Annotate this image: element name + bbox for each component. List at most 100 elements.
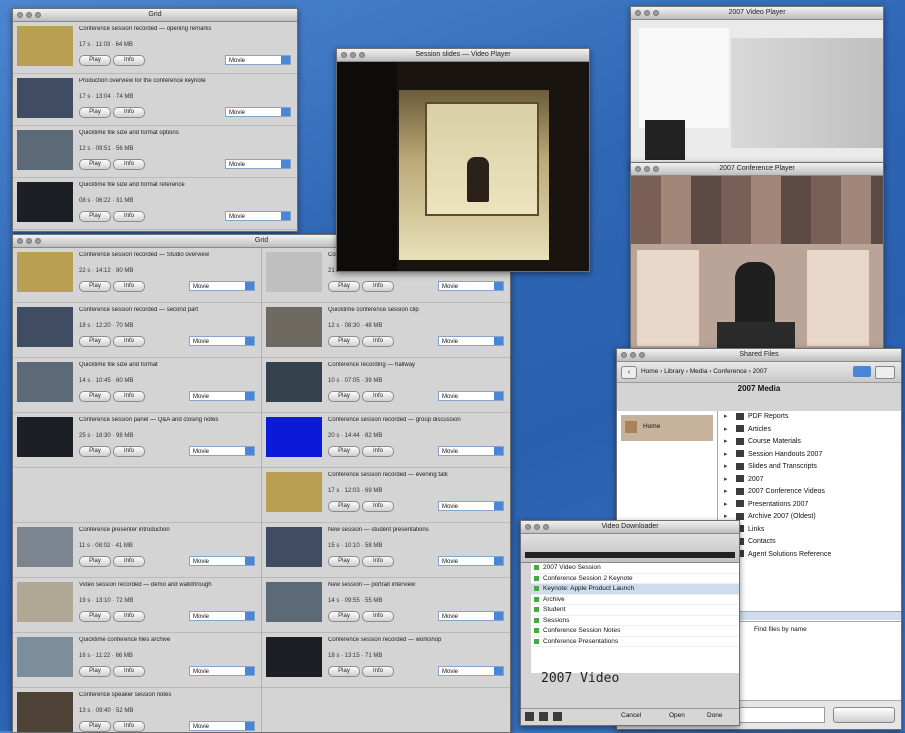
play-button[interactable]: Play [328,446,360,457]
disclosure-icon[interactable]: ▸ [724,436,728,449]
cancel-button[interactable]: Cancel [621,712,641,719]
format-select[interactable]: Movie [189,666,255,676]
title-bar[interactable]: 2007 Conference Player [631,163,883,176]
video-row[interactable]: New session — portrait interview 14 s · … [262,578,510,633]
title-bar[interactable]: 2007 Video Player [631,7,883,20]
info-button[interactable]: Info [113,446,145,457]
video-thumbnail[interactable] [17,417,73,457]
title-bar[interactable]: Shared Files [617,349,901,362]
list-item[interactable]: Conference Presentations [531,636,739,647]
video-frame[interactable] [337,62,589,271]
info-button[interactable]: Info [113,391,145,402]
zoom-icon[interactable] [35,12,41,18]
play-button[interactable]: Play [79,391,111,402]
video-row[interactable]: Conference speaker session notes 13 s · … [13,688,261,732]
play-button[interactable]: Play [79,556,111,567]
info-button[interactable]: Info [362,556,394,567]
video-thumbnail[interactable] [266,582,322,622]
info-button[interactable]: Info [113,55,145,66]
format-select[interactable]: Movie [189,446,255,456]
video-row[interactable]: Quicktime conference session clip 12 s ·… [262,303,510,358]
tree-item[interactable]: •Agent Solutions Reference [718,549,901,562]
minimize-icon[interactable] [534,524,540,530]
search-text[interactable]: Find files by name [754,626,807,633]
play-button[interactable]: Play [79,107,111,118]
format-select[interactable]: Movie [438,281,504,291]
video-row[interactable]: Quicktime file size and format reference… [13,178,297,230]
list-item[interactable]: Archive [531,594,739,605]
minimize-icon[interactable] [644,10,650,16]
format-select[interactable]: Movie [189,281,255,291]
video-row[interactable]: New session — student presentations 15 s… [262,523,510,578]
play-button[interactable]: Play [328,501,360,512]
zoom-icon[interactable] [639,352,645,358]
minimize-icon[interactable] [630,352,636,358]
info-button[interactable]: Info [113,159,145,170]
close-icon[interactable] [635,10,641,16]
done-button[interactable]: Done [707,712,723,719]
add-icon[interactable] [525,712,534,721]
video-row[interactable]: Conference session recorded — second par… [13,303,261,358]
format-select[interactable]: Movie [225,159,291,169]
info-button[interactable]: Info [113,281,145,292]
video-row[interactable] [13,468,261,523]
minimize-icon[interactable] [644,166,650,172]
tree-item[interactable]: ▸ 2007 Conference Videos [718,486,901,499]
format-select[interactable]: Movie [225,107,291,117]
disclosure-icon[interactable]: ▸ [724,499,728,512]
tree-item[interactable]: ▸ PDF Reports [718,411,901,424]
play-button[interactable]: Play [79,666,111,677]
video-thumbnail[interactable] [17,78,73,118]
format-select[interactable]: Movie [438,391,504,401]
video-frame[interactable] [631,20,883,167]
info-button[interactable]: Info [362,336,394,347]
tree-item[interactable]: ▸ Articles [718,424,901,437]
video-row[interactable]: Quicktime file size and format 14 s · 10… [13,358,261,413]
close-icon[interactable] [635,166,641,172]
video-thumbnail[interactable] [266,527,322,567]
disclosure-icon[interactable]: ▸ [724,411,728,424]
video-row[interactable]: Conference session recorded — evening ta… [262,468,510,523]
checkbox-icon[interactable] [534,617,539,623]
checkbox-icon[interactable] [534,575,539,581]
list-item[interactable]: Conference Session Notes [531,626,739,637]
back-icon[interactable]: ‹ [621,366,637,379]
tree-item[interactable]: ▸ Slides and Transcripts [718,461,901,474]
close-icon[interactable] [525,524,531,530]
tree-item[interactable]: ▸ Presentations 2007 [718,499,901,512]
play-button[interactable]: Play [79,159,111,170]
list-item[interactable]: Student [531,605,739,616]
video-thumbnail[interactable] [17,130,73,170]
disclosure-icon[interactable]: ▸ [724,461,728,474]
video-thumbnail[interactable] [17,362,73,402]
video-row[interactable]: Conference presenter introduction 11 s ·… [13,523,261,578]
format-select[interactable]: Movie [438,666,504,676]
format-select[interactable]: Movie [438,446,504,456]
checkbox-icon[interactable] [534,596,539,602]
play-button[interactable]: Play [328,336,360,347]
zoom-icon[interactable] [543,524,549,530]
format-select[interactable]: Movie [189,336,255,346]
play-button[interactable]: Play [79,211,111,222]
format-select[interactable]: Movie [438,611,504,621]
video-thumbnail[interactable] [17,582,73,622]
disclosure-icon[interactable]: ▸ [724,424,728,437]
play-button[interactable]: Play [79,281,111,292]
format-select[interactable]: Movie [189,721,255,731]
view-icon[interactable] [853,366,871,377]
repeat-icon[interactable] [553,712,562,721]
format-select[interactable]: Movie [189,556,255,566]
zoom-icon[interactable] [35,238,41,244]
video-row[interactable]: Video session recorded — demo and walkth… [13,578,261,633]
disclosure-icon[interactable]: ▸ [724,449,728,462]
video-row[interactable]: Conference session recorded — Studio ove… [13,248,261,303]
video-thumbnail[interactable] [17,692,73,732]
play-button[interactable]: Play [79,336,111,347]
format-select[interactable]: Movie [189,611,255,621]
action-button[interactable] [833,707,895,723]
video-thumbnail[interactable] [17,252,73,292]
video-row[interactable]: Production overview for the conference k… [13,74,297,126]
video-thumbnail[interactable] [17,527,73,567]
video-row[interactable]: Conference session recorded — workshop 1… [262,633,510,688]
disclosure-icon[interactable]: ▸ [724,486,728,499]
